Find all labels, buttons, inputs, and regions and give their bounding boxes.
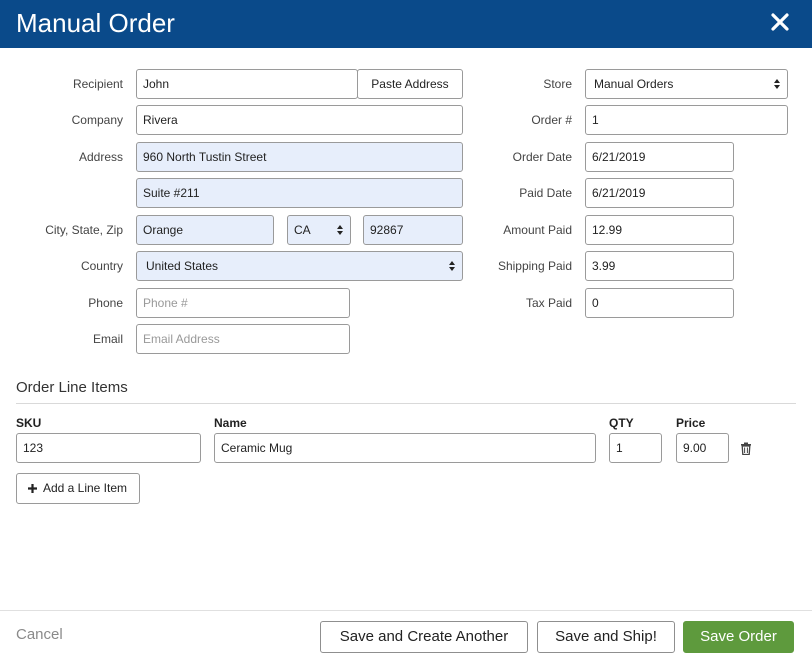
recipient-label: Recipient [72, 77, 123, 91]
store-select-value: Manual Orders [594, 77, 674, 91]
trash-icon[interactable] [740, 442, 752, 456]
shipping-paid-label: Shipping Paid [497, 259, 572, 273]
line-item-name-input[interactable]: Ceramic Mug [214, 433, 596, 463]
sku-column-header: SKU [16, 416, 42, 430]
shipping-paid-input[interactable]: 3.99 [585, 251, 734, 281]
country-label: Country [80, 259, 123, 273]
line-items-title: Order Line Items [16, 379, 128, 396]
close-icon[interactable] [768, 10, 792, 34]
address-label: Address [78, 150, 123, 164]
paste-address-button[interactable]: Paste Address [357, 69, 463, 99]
cancel-button[interactable]: Cancel [16, 626, 63, 643]
country-select[interactable]: United States [136, 251, 463, 281]
paid-date-label: Paid Date [519, 186, 572, 200]
name-column-header: Name [214, 416, 247, 430]
email-input[interactable]: Email Address [136, 324, 350, 354]
section-divider [16, 403, 796, 404]
country-select-value: United States [146, 259, 219, 273]
order-date-input[interactable]: 6/21/2019 [585, 142, 734, 172]
tax-paid-label: Tax Paid [525, 296, 572, 310]
order-number-label: Order # [531, 113, 572, 127]
store-select[interactable]: Manual Orders [585, 69, 788, 99]
line-item-price-input[interactable]: 9.00 [676, 433, 729, 463]
price-column-header: Price [676, 416, 706, 430]
amount-paid-input[interactable]: 12.99 [585, 215, 734, 245]
paid-date-input[interactable]: 6/21/2019 [585, 178, 734, 208]
footer-divider [0, 610, 812, 611]
line-item-sku-input[interactable]: 123 [16, 433, 201, 463]
recipient-input[interactable]: John [136, 69, 358, 99]
city-state-zip-label: City, State, Zip [45, 223, 123, 237]
phone-label: Phone [88, 296, 123, 310]
state-select[interactable]: CA [287, 215, 351, 245]
save-and-ship-button[interactable]: Save and Ship! [537, 621, 675, 653]
select-arrows-icon [774, 79, 780, 89]
qty-column-header: QTY [609, 416, 634, 430]
select-arrows-icon [337, 225, 343, 235]
phone-input[interactable]: Phone # [136, 288, 350, 318]
order-number-input[interactable]: 1 [585, 105, 788, 135]
save-order-button[interactable]: Save Order [683, 621, 794, 653]
city-input[interactable]: Orange [136, 215, 274, 245]
modal-header: Manual Order [0, 0, 812, 48]
address-line1-input[interactable]: 960 North Tustin Street [136, 142, 463, 172]
order-date-label: Order Date [512, 150, 572, 164]
add-line-item-button[interactable]: Add a Line Item [16, 473, 140, 504]
select-arrows-icon [449, 261, 455, 271]
zip-input[interactable]: 92867 [363, 215, 463, 245]
address-line2-input[interactable]: Suite #211 [136, 178, 463, 208]
email-label: Email [92, 332, 123, 346]
tax-paid-input[interactable]: 0 [585, 288, 734, 318]
line-item-qty-input[interactable]: 1 [609, 433, 662, 463]
company-input[interactable]: Rivera [136, 105, 463, 135]
save-and-create-another-button[interactable]: Save and Create Another [320, 621, 528, 653]
add-line-item-label: Add a Line Item [42, 481, 128, 495]
plus-icon [28, 484, 37, 493]
store-label: Store [543, 77, 572, 91]
modal-title: Manual Order [16, 8, 175, 38]
state-select-value: CA [294, 223, 311, 237]
amount-paid-label: Amount Paid [503, 223, 572, 237]
company-label: Company [71, 113, 123, 127]
